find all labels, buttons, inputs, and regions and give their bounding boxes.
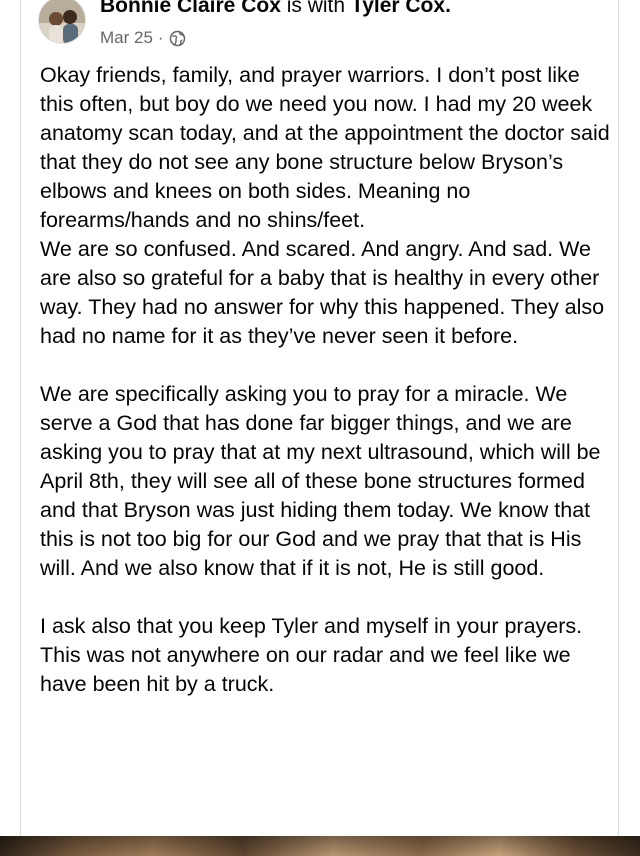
avatar[interactable]	[38, 0, 86, 44]
post-photo[interactable]	[0, 836, 640, 856]
post-meta: Mar 25 ·	[100, 27, 186, 49]
globe-icon[interactable]	[169, 30, 186, 47]
post-body: Okay friends, family, and prayer warrior…	[40, 61, 614, 699]
photo-shade	[0, 836, 640, 856]
with-text: is with	[286, 0, 346, 17]
meta-separator: ·	[157, 28, 164, 47]
post-card: Bonnie Claire Cox is with Tyler Cox. Mar…	[20, 0, 619, 836]
author-name[interactable]: Bonnie Claire Cox	[100, 0, 281, 17]
avatar-photo	[39, 0, 85, 43]
post-paragraph: Okay friends, family, and prayer warrior…	[40, 63, 610, 348]
post-header: Bonnie Claire Cox is with Tyler Cox. Mar…	[21, 0, 618, 56]
tagged-name[interactable]: Tyler Cox.	[351, 0, 451, 17]
post-paragraph: I ask also that you keep Tyler and mysel…	[40, 614, 583, 696]
author-line: Bonnie Claire Cox is with Tyler Cox.	[100, 0, 451, 20]
post-paragraph: We are specifically asking you to pray f…	[40, 382, 601, 580]
post-date[interactable]: Mar 25	[100, 27, 153, 49]
